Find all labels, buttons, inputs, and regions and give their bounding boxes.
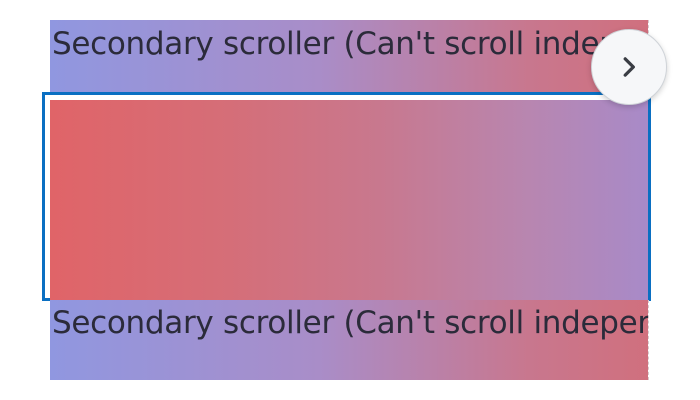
secondary-scroller-bottom: Secondary scroller (Can't scroll indepen…	[50, 300, 648, 380]
primary-scroller-content[interactable]	[50, 100, 648, 300]
secondary-scroller-bottom-label: Secondary scroller (Can't scroll indepen…	[52, 305, 648, 341]
scroll-edge-divider-bottom	[648, 300, 649, 380]
secondary-scroller-top: Secondary scroller (Can't scroll indepen…	[50, 20, 648, 100]
secondary-scroller-top-label: Secondary scroller (Can't scroll indepen…	[52, 26, 648, 62]
scroll-next-button[interactable]	[591, 29, 667, 105]
scroll-demo-stage: Secondary scroller (Can't scroll indepen…	[0, 0, 700, 400]
chevron-right-icon	[623, 57, 635, 77]
